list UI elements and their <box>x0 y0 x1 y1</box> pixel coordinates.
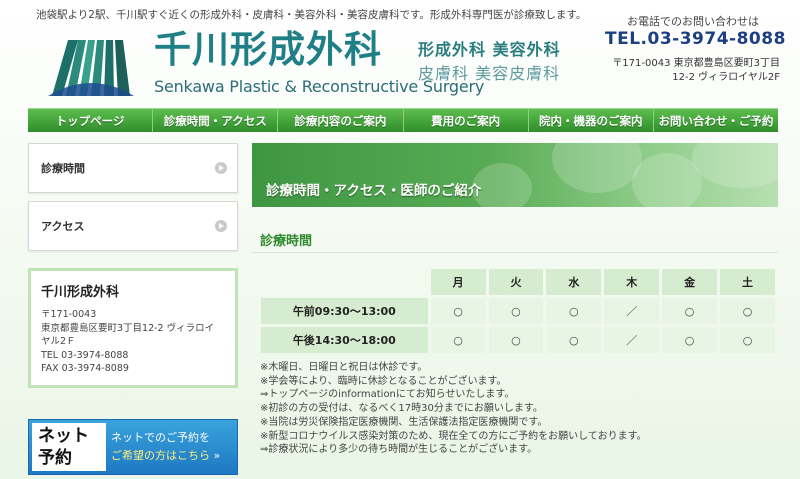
reserve-text-line-1: ネットでのご予約を <box>111 431 210 444</box>
note-line: ※木曜日、日曜日と祝日は休診です。 <box>260 362 428 373</box>
clinic-tel: TEL 03-3974-8088 <box>41 349 129 361</box>
reserve-text: ネットでのご予約を ご希望の方はこちら » <box>111 429 220 465</box>
clinic-logo-icon[interactable] <box>48 40 134 96</box>
nav-item-top[interactable]: トップページ <box>28 109 154 132</box>
availability-cell: ○ <box>546 327 602 353</box>
departments-line-1: 形成外科 美容外科 <box>418 40 561 59</box>
day-header: 火 <box>488 269 544 295</box>
sidebar-item-hours[interactable]: 診療時間 <box>28 143 238 193</box>
chevron-right-icon <box>215 162 227 174</box>
page-title: 診療時間・アクセス・医師のご紹介 <box>266 183 482 199</box>
day-header: 月 <box>430 269 486 295</box>
availability-cell: ○ <box>720 327 775 353</box>
departments-line-2: 皮膚科 美容皮膚科 <box>418 64 561 83</box>
sidebar-item-access[interactable]: アクセス <box>28 201 238 251</box>
availability-cell: ○ <box>662 298 718 324</box>
phone-note: お電話でのお問い合わせは <box>627 15 759 28</box>
leaf-decoration <box>552 143 642 193</box>
chevron-right-icon <box>215 220 227 232</box>
availability-cell: ○ <box>720 298 775 324</box>
table-header-row: 月 火 水 木 金 土 <box>261 269 775 295</box>
day-header: 土 <box>720 269 775 295</box>
availability-cell: ／ <box>604 327 660 353</box>
availability-cell: ○ <box>546 298 602 324</box>
table-row: 午前09:30～13:00 ○ ○ ○ ／ ○ ○ <box>261 298 775 324</box>
note-line: ※新型コロナウイルス感染対策のため、現在全ての方にご予約をお願いしております。 <box>260 430 647 442</box>
nav-item-contact[interactable]: お問い合わせ・ご予約 <box>654 109 778 132</box>
day-header: 水 <box>546 269 602 295</box>
header-address-line-1: 〒171-0043 東京都豊島区要町3丁目 <box>612 58 780 69</box>
note-line: ※学会等により、臨時に休診となることがございます。 <box>260 375 507 387</box>
day-header: 木 <box>604 269 660 295</box>
day-header: 金 <box>662 269 718 295</box>
clinic-address-1: 東京都豊島区要町3丁目12-2 ヴィラロイ <box>41 322 215 334</box>
availability-cell: ○ <box>430 298 486 324</box>
clinic-fax: FAX 03-3974-8089 <box>41 363 129 374</box>
reserve-badge-line-2: 予約 <box>38 448 72 468</box>
site-tagline: 池袋駅より2駅、千川駅すぐ近くの形成外科・皮膚科・美容外科・美容皮膚科です。形成… <box>36 9 587 21</box>
double-arrow-icon: » <box>210 449 221 462</box>
nav-item-fees[interactable]: 費用のご案内 <box>404 109 529 132</box>
table-corner <box>261 269 428 295</box>
header-address: 〒171-0043 東京都豊島区要町3丁目 12-2 ヴィラロイヤル2F <box>612 57 780 85</box>
leaf-decoration <box>692 143 778 188</box>
nav-item-hours-access[interactable]: 診療時間・アクセス <box>153 109 279 132</box>
availability-cell: ／ <box>604 298 660 324</box>
nav-item-facilities[interactable]: 院内・機器のご案内 <box>529 109 654 132</box>
sidebar-item-label: アクセス <box>41 220 85 233</box>
availability-cell: ○ <box>430 327 486 353</box>
header-address-line-2: 12-2 ヴィラロイヤル2F <box>672 72 780 83</box>
sidebar-item-label: 診療時間 <box>41 162 85 175</box>
reserve-badge: ネット 予約 <box>32 423 106 471</box>
hours-table: 月 火 水 木 金 土 午前09:30～13:00 ○ ○ ○ ／ ○ ○ 午後… <box>258 266 778 356</box>
clinic-logo-title[interactable]: 千川形成外科 <box>154 30 382 70</box>
clinic-postal: 〒171-0043 <box>41 309 97 320</box>
global-nav: トップページ 診療時間・アクセス 診療内容のご案内 費用のご案内 院内・機器のご… <box>28 108 778 132</box>
availability-cell: ○ <box>662 327 718 353</box>
table-row: 午後14:30～18:00 ○ ○ ○ ／ ○ ○ <box>261 327 775 353</box>
nav-item-services[interactable]: 診療内容のご案内 <box>278 109 404 132</box>
time-slot-label: 午後14:30～18:00 <box>261 327 428 353</box>
note-line: ※初診の方の受付は、なるべく17時30分までにお願いします。 <box>260 403 543 415</box>
reserve-badge-line-1: ネット <box>38 426 89 446</box>
hours-notes: ※木曜日、日曜日と祝日は休診です。 ※学会等により、臨時に休診となることがござい… <box>260 361 647 457</box>
note-line: ※当院は労災保険指定医療機関、生活保護法指定医療機関です。 <box>260 416 548 428</box>
page-banner: 診療時間・アクセス・医師のご紹介 <box>252 143 778 207</box>
time-slot-label: 午前09:30～13:00 <box>261 298 428 324</box>
section-title: 診療時間 <box>260 234 313 249</box>
clinic-info-box: 千川形成外科 〒171-0043 東京都豊島区要町3丁目12-2 ヴィラロイ ヤ… <box>28 268 238 388</box>
note-line: ⇒診療状況により多少の待ち時間が生じることがございます。 <box>260 444 538 456</box>
online-reservation-banner[interactable]: ネット 予約 ネットでのご予約を ご希望の方はこちら » <box>28 419 238 475</box>
note-line: ⇒トップページのinformationにてお知らせいたします。 <box>260 389 515 401</box>
availability-cell: ○ <box>488 298 544 324</box>
clinic-address-2: ヤル2Ｆ <box>41 336 76 347</box>
header-phone[interactable]: TEL.03-3974-8088 <box>605 29 786 49</box>
section-divider <box>252 252 778 253</box>
reserve-text-line-2: ご希望の方はこちら <box>111 449 210 462</box>
clinic-name: 千川形成外科 <box>41 285 120 300</box>
availability-cell: ○ <box>488 327 544 353</box>
